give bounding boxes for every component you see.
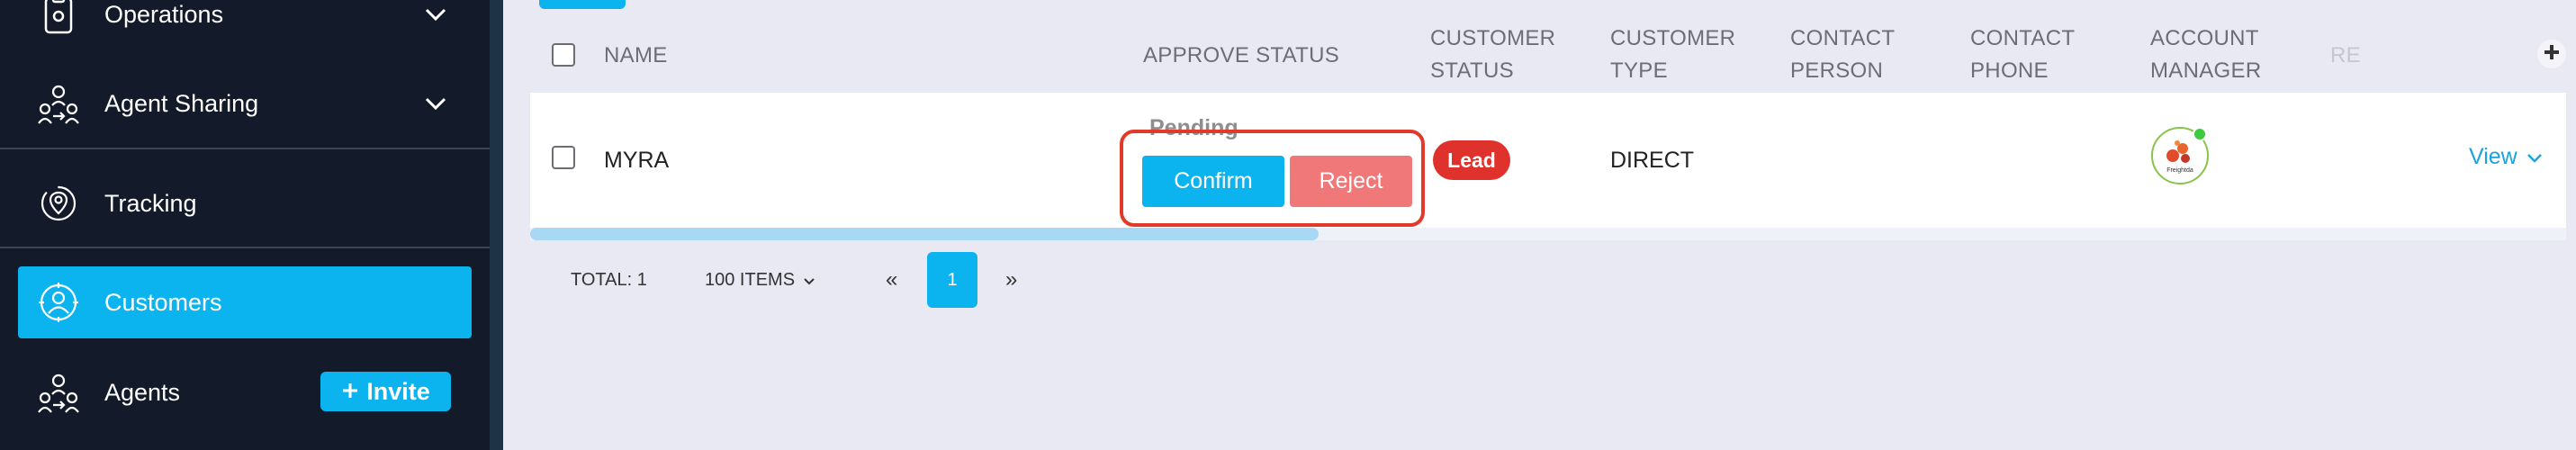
sidebar: Operations Agent Sharing Tracking Custom… [0, 0, 490, 450]
chevron-down-icon [804, 270, 815, 291]
location-pin-icon [36, 181, 81, 226]
status-badge: Lead [1433, 140, 1510, 180]
page-button-current[interactable]: 1 [927, 252, 977, 308]
online-status-dot [2193, 127, 2207, 141]
add-button[interactable] [539, 0, 626, 9]
total-count: TOTAL: 1 [571, 269, 647, 290]
add-column-button[interactable] [2537, 40, 2566, 68]
row-customer-type: DIRECT [1610, 147, 1695, 173]
header-name[interactable]: NAME [604, 40, 668, 72]
chevron-down-icon [2526, 144, 2543, 170]
header-line: TYPE [1610, 58, 1668, 83]
agent-sharing-icon [36, 81, 81, 126]
sidebar-item-customers[interactable]: Customers [18, 266, 472, 338]
prev-page-button[interactable]: « [886, 252, 897, 308]
sidebar-item-tracking[interactable]: Tracking [18, 167, 472, 239]
select-all-checkbox[interactable] [552, 43, 575, 67]
items-per-page-label: 100 ITEMS [705, 269, 796, 290]
header-line: MANAGER [2150, 58, 2262, 83]
header-approve-status[interactable]: APPROVE STATUS [1143, 40, 1339, 72]
table-row[interactable]: MYRA DIRECT [530, 93, 2566, 228]
header-contact-phone[interactable]: CONTACT PHONE [1970, 22, 2075, 87]
header-line: PERSON [1790, 58, 1884, 83]
header-line: PHONE [1970, 58, 2049, 83]
header-line: CONTACT [1970, 26, 2076, 50]
sidebar-item-label: Customers [104, 288, 222, 316]
logo-text: Freightda [2166, 167, 2193, 174]
header-line: STATUS [1430, 58, 1514, 83]
plus-icon [2544, 41, 2560, 67]
chevron-down-icon[interactable] [425, 4, 446, 25]
items-per-page-select[interactable]: 100 ITEMS [705, 252, 815, 308]
sidebar-item-label: Operations [104, 0, 224, 28]
next-page-button[interactable]: » [1005, 252, 1017, 308]
customers-icon [36, 280, 81, 325]
invite-label: Invite [366, 377, 430, 405]
sidebar-divider [0, 247, 490, 248]
chevron-down-icon[interactable] [425, 93, 446, 114]
sidebar-divider [0, 148, 490, 149]
sidebar-item-agent-sharing[interactable]: Agent Sharing [18, 68, 472, 140]
table-header: NAME APPROVE STATUS CUSTOMER STATUS CUST… [530, 18, 2566, 90]
plus-icon [341, 378, 359, 406]
header-line: CUSTOMER [1430, 26, 1556, 50]
row-name: MYRA [604, 147, 670, 173]
pagination: TOTAL: 1 100 ITEMS « 1 » [503, 252, 1403, 308]
main-content: NAME APPROVE STATUS CUSTOMER STATUS CUST… [503, 0, 2576, 450]
header-customer-status[interactable]: CUSTOMER STATUS [1430, 22, 1555, 87]
scrollbar-thumb[interactable] [530, 228, 1319, 240]
account-manager-avatar[interactable]: Freightda [2151, 127, 2209, 184]
header-line: CUSTOMER [1610, 26, 1736, 50]
sidebar-item-label: Agent Sharing [104, 89, 259, 117]
clipboard-icon [36, 0, 81, 37]
header-contact-person[interactable]: CONTACT PERSON [1790, 22, 1895, 87]
sidebar-item-label: Agents [104, 378, 181, 406]
sidebar-item-operations[interactable]: Operations [18, 0, 472, 50]
row-checkbox[interactable] [552, 146, 575, 169]
header-line: CONTACT [1790, 26, 1896, 50]
horizontal-scrollbar[interactable] [530, 228, 2566, 240]
highlight-box [1120, 130, 1425, 227]
view-label: View [2469, 144, 2517, 169]
sidebar-edge [490, 0, 503, 450]
view-dropdown[interactable]: View [2469, 144, 2543, 170]
header-truncated[interactable]: RE [2330, 40, 2361, 72]
agents-icon [36, 370, 81, 415]
sidebar-item-label: Tracking [104, 189, 197, 217]
header-account-manager[interactable]: ACCOUNT MANAGER [2150, 22, 2261, 87]
header-line: ACCOUNT [2150, 26, 2259, 50]
header-customer-type[interactable]: CUSTOMER TYPE [1610, 22, 1735, 87]
invite-button[interactable]: Invite [320, 372, 451, 411]
